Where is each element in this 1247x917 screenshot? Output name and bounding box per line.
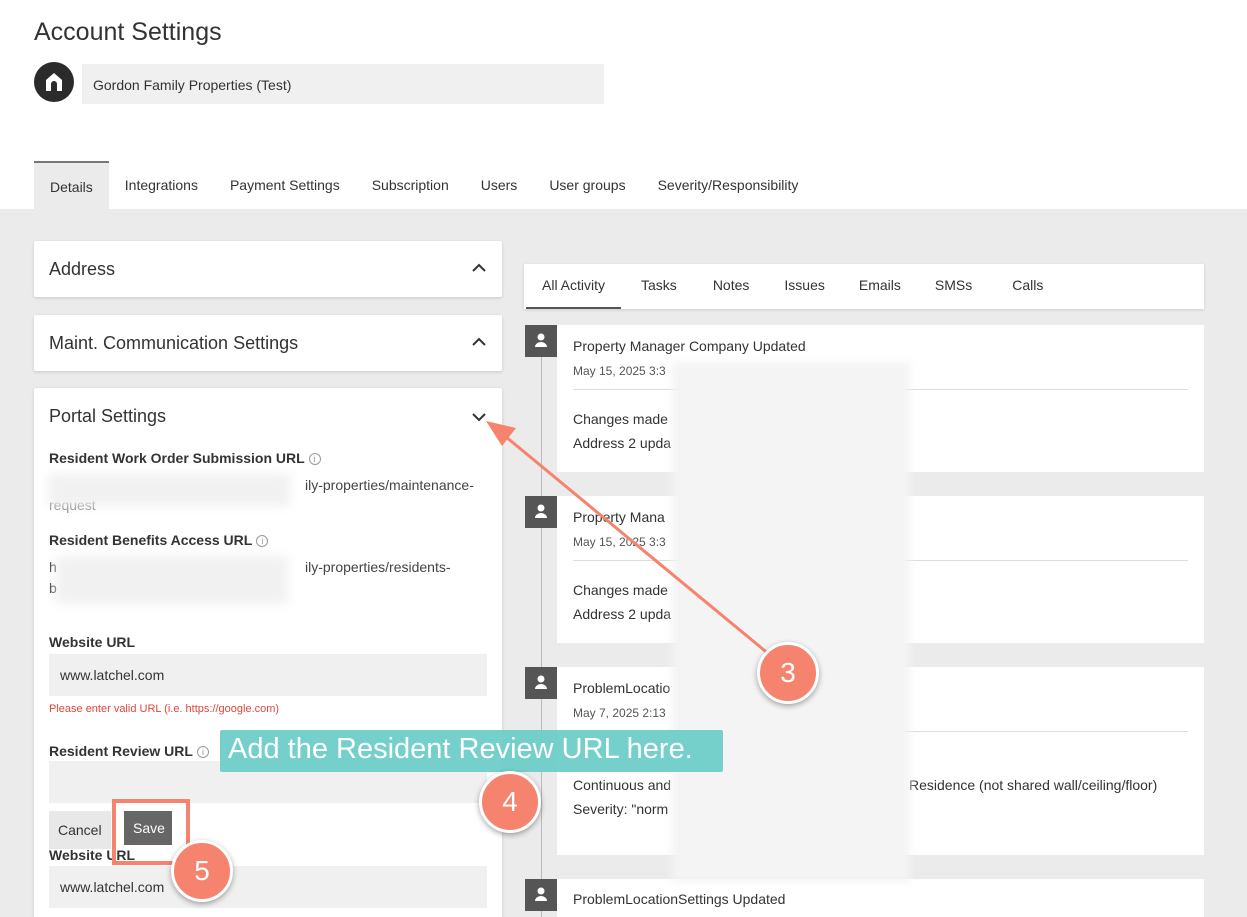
tab-user-groups[interactable]: User groups bbox=[533, 161, 641, 209]
tab-users[interactable]: Users bbox=[465, 161, 534, 209]
chevron-up-icon[interactable] bbox=[470, 259, 488, 277]
activity-detail: Address 2 upda bbox=[573, 606, 672, 622]
address-panel[interactable]: Address bbox=[34, 241, 502, 297]
company-logo-icon bbox=[34, 62, 74, 102]
redacted-blur bbox=[672, 362, 910, 882]
portal-settings-panel: Portal Settings Resident Work Order Subm… bbox=[34, 388, 502, 917]
user-icon bbox=[525, 879, 557, 911]
activity-title: Property Mana bbox=[573, 509, 665, 525]
work-order-url-label: Resident Work Order Submission URL i bbox=[49, 450, 321, 466]
portal-panel-title: Portal Settings bbox=[49, 406, 167, 426]
page-title: Account Settings bbox=[34, 18, 222, 46]
info-icon[interactable]: i bbox=[308, 453, 321, 465]
activity-date: May 15, 2025 3:3 bbox=[573, 535, 666, 549]
timeline-line bbox=[541, 350, 542, 917]
website-url-label: Website URL bbox=[49, 634, 136, 650]
activity-date: May 15, 2025 3:3 bbox=[573, 364, 666, 378]
activity-detail: Changes made bbox=[573, 411, 668, 427]
chevron-down-icon[interactable] bbox=[470, 408, 488, 426]
chevron-up-icon[interactable] bbox=[470, 333, 488, 351]
settings-tabs: Details Integrations Payment Settings Su… bbox=[34, 161, 814, 209]
website-url-input[interactable]: www.latchel.com bbox=[49, 654, 487, 696]
user-icon bbox=[525, 496, 557, 528]
info-icon[interactable]: i bbox=[196, 746, 209, 758]
activity-item[interactable]: ProblemLocationSettings Updated bbox=[557, 879, 1204, 917]
website-url-error: Please enter valid URL (i.e. https://goo… bbox=[49, 703, 280, 715]
tab-smss[interactable]: SMSs bbox=[917, 264, 988, 309]
tab-emails[interactable]: Emails bbox=[841, 264, 917, 309]
tab-details[interactable]: Details bbox=[34, 161, 109, 209]
activity-detail: Continuous and bbox=[573, 777, 672, 793]
activity-detail: Address 2 upda bbox=[573, 435, 672, 451]
maint-panel-title: Maint. Communication Settings bbox=[49, 333, 299, 353]
step-marker-4: 4 bbox=[479, 771, 541, 833]
activity-tabs: All Activity Tasks Notes Issues Emails S… bbox=[524, 264, 1204, 309]
maint-communication-panel[interactable]: Maint. Communication Settings bbox=[34, 315, 502, 371]
activity-detail: Changes made bbox=[573, 582, 668, 598]
user-icon bbox=[525, 325, 557, 357]
benefits-url-label: Resident Benefits Access URL i bbox=[49, 532, 269, 548]
redacted-blur bbox=[56, 556, 288, 604]
activity-detail-end: Residence (not shared wall/ceiling/floor… bbox=[909, 777, 1158, 793]
review-url-label: Resident Review URL i bbox=[49, 743, 209, 759]
tab-issues[interactable]: Issues bbox=[765, 264, 840, 309]
work-order-url-text: ily-properties/maintenance- bbox=[305, 477, 474, 493]
tab-severity-responsibility[interactable]: Severity/Responsibility bbox=[642, 161, 815, 209]
activity-date: May 7, 2025 2:13 bbox=[573, 706, 666, 720]
redacted-blur bbox=[48, 474, 290, 506]
address-panel-title: Address bbox=[49, 259, 116, 279]
activity-title: Property Manager Company Updated bbox=[573, 338, 806, 354]
info-icon[interactable]: i bbox=[256, 535, 269, 547]
instruction-callout: Add the Resident Review URL here. bbox=[220, 730, 723, 772]
cancel-button[interactable]: Cancel bbox=[49, 811, 111, 849]
tab-integrations[interactable]: Integrations bbox=[109, 161, 214, 209]
activity-title: ProblemLocationSettings Updated bbox=[573, 891, 786, 907]
user-icon bbox=[525, 667, 557, 699]
page-header: Account Settings Gordon Family Propertie… bbox=[0, 0, 1247, 209]
company-name-field[interactable]: Gordon Family Properties (Test) bbox=[82, 64, 604, 104]
tab-calls[interactable]: Calls bbox=[988, 264, 1059, 309]
activity-title: ProblemLocatio bbox=[573, 680, 671, 696]
tab-tasks[interactable]: Tasks bbox=[621, 264, 693, 309]
tab-notes[interactable]: Notes bbox=[693, 264, 766, 309]
tab-payment-settings[interactable]: Payment Settings bbox=[214, 161, 356, 209]
tab-subscription[interactable]: Subscription bbox=[356, 161, 465, 209]
tab-all-activity[interactable]: All Activity bbox=[526, 264, 622, 309]
benefits-url-text: ily-properties/residents- bbox=[305, 559, 451, 575]
activity-detail: Severity: "norm bbox=[573, 801, 669, 817]
step-marker-5: 5 bbox=[171, 840, 233, 902]
step-marker-3: 3 bbox=[757, 642, 819, 704]
website-url-input-2[interactable]: www.latchel.com bbox=[49, 866, 487, 908]
